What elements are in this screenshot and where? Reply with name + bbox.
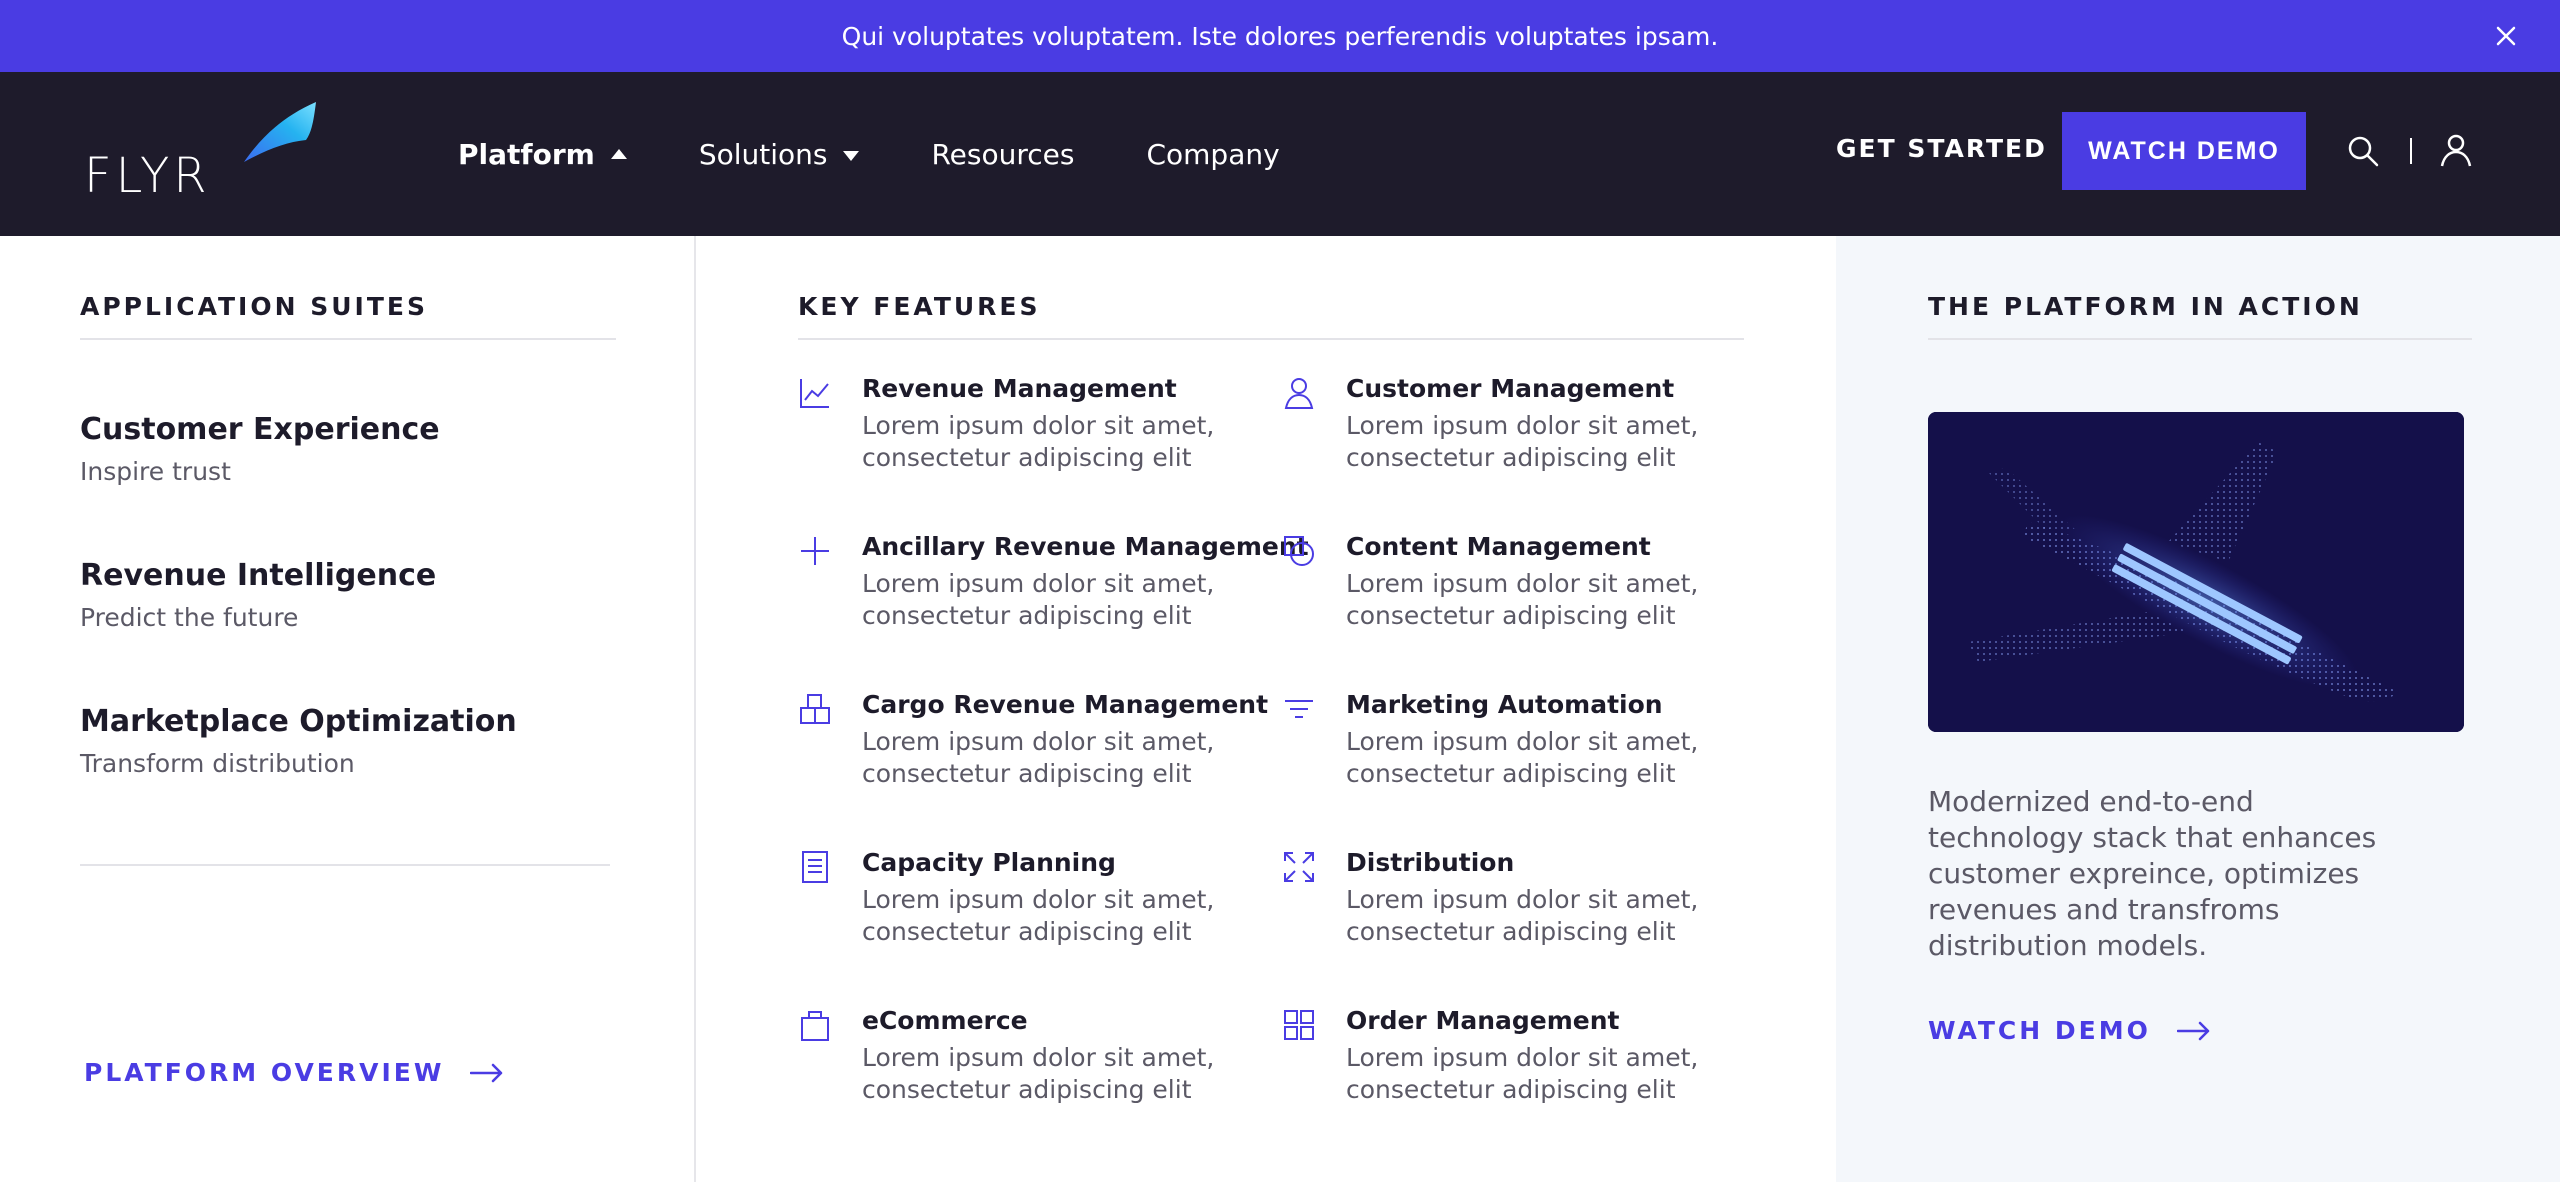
get-started-link[interactable]: GET STARTED [1836,134,2047,163]
feature-description: Lorem ipsum dolor sit amet, consectetur … [862,1043,1215,1104]
shopping-bag-icon [801,1011,829,1041]
primary-menu: Platform Solutions Resources Company [458,72,1352,236]
feature-title: Marketing Automation [1346,690,1663,719]
airplane-hero-image[interactable] [1928,412,2464,732]
grid-icon [1284,1010,1314,1040]
nav-item-label: Solutions [698,137,828,171]
banner-text: Qui voluptates voluptatem. Iste dolores … [841,21,1719,51]
nav-item-label: Resources [931,137,1075,171]
nav-item-platform[interactable]: Platform [458,138,627,171]
divider [80,864,610,866]
caret-up-icon [610,149,627,159]
platform-overview-label: PLATFORM OVERVIEW [84,1058,445,1087]
feature-title: Cargo Revenue Management [862,690,1269,719]
arrow-right-icon [470,1063,503,1082]
feature-description: Lorem ipsum dolor sit amet, consectetur … [1346,727,1699,788]
suite-customer-experience[interactable]: Customer Experience Inspire trust [80,412,440,486]
key-features-column: KEY FEATURES Revenue Management Lorem ip… [698,236,1836,1182]
feature-description: Lorem ipsum dolor sit amet, consectetur … [862,727,1215,788]
watch-demo-label: WATCH DEMO [1928,1016,2151,1045]
user-icon [1284,378,1314,409]
suite-revenue-intelligence[interactable]: Revenue Intelligence Predict the future [80,558,436,632]
nav-item-solutions[interactable]: Solutions [699,138,860,171]
nav-item-company[interactable]: Company [1146,138,1279,171]
platform-in-action-column: THE PLATFORM IN ACTION Modernized end-to… [1836,236,2560,1182]
caret-down-icon [843,151,860,161]
nav-divider [2410,138,2412,164]
suite-name: Marketplace Optimization [80,704,517,739]
arrow-right-icon [2176,1021,2210,1040]
nav-item-label: Platform [458,137,595,171]
plus-icon [801,537,829,565]
feature-title: eCommerce [862,1006,1028,1035]
feature-title: Distribution [1346,848,1515,877]
expand-icon [1284,852,1314,882]
feature-description: Lorem ipsum dolor sit amet, consectetur … [862,569,1215,630]
watch-demo-link[interactable]: WATCH DEMO [1928,1016,2211,1045]
feature-title: Capacity Planning [862,848,1116,877]
feature-title: Revenue Management [862,374,1177,403]
application-suites-column: APPLICATION SUITES Customer Experience I… [0,236,696,1182]
suite-subtitle: Inspire trust [80,457,231,486]
feature-description: Lorem ipsum dolor sit amet, consectetur … [862,885,1215,946]
suite-subtitle: Transform distribution [80,749,355,778]
chart-line-icon [800,379,829,408]
suite-name: Revenue Intelligence [80,558,437,593]
section-title: APPLICATION SUITES [80,292,428,321]
platform-blurb: Modernized end-to-end technology stack t… [1928,785,2377,962]
feature-description: Lorem ipsum dolor sit amet, consectetur … [1346,411,1699,472]
suite-subtitle: Predict the future [80,603,299,632]
feature-title: Customer Management [1346,374,1675,403]
filter-icon [1285,700,1313,718]
logo-text: FLYR [84,148,211,204]
feature-description: Lorem ipsum dolor sit amet, consectetur … [862,411,1215,472]
flyr-logo[interactable]: FLYR [84,100,324,204]
feature-title: Order Management [1346,1006,1620,1035]
announcement-banner: Qui voluptates voluptatem. Iste dolores … [0,0,2560,72]
suite-marketplace-optimization[interactable]: Marketplace Optimization Transform distr… [80,704,517,778]
section-title: KEY FEATURES [798,292,1041,321]
nav-item-resources[interactable]: Resources [931,138,1074,171]
airplane-illustration [1928,412,2464,732]
boxes-icon [800,694,830,724]
search-icon[interactable] [2346,134,2380,168]
nav-item-label: Company [1146,137,1280,171]
main-nav: FLYR Platform Solutions Resources Compan… [0,72,2560,236]
divider [798,338,1744,340]
feature-description: Lorem ipsum dolor sit amet, consectetur … [1346,885,1699,946]
suite-name: Customer Experience [80,412,440,447]
logo-wing-icon [244,102,316,162]
platform-overview-link[interactable]: PLATFORM OVERVIEW [84,1058,504,1087]
watch-demo-button[interactable]: WATCH DEMO [2062,112,2306,190]
close-icon[interactable] [2492,22,2520,50]
divider [80,338,616,340]
feature-description: Lorem ipsum dolor sit amet, consectetur … [1346,569,1699,630]
divider [1928,338,2472,340]
feature-title: Ancillary Revenue Management [862,532,1309,561]
feature-title: Content Management [1346,532,1651,561]
user-account-icon[interactable] [2438,132,2474,168]
section-title: THE PLATFORM IN ACTION [1928,292,2363,321]
shapes-icon [1284,536,1314,566]
document-icon [802,851,828,883]
feature-description: Lorem ipsum dolor sit amet, consectetur … [1346,1043,1699,1104]
